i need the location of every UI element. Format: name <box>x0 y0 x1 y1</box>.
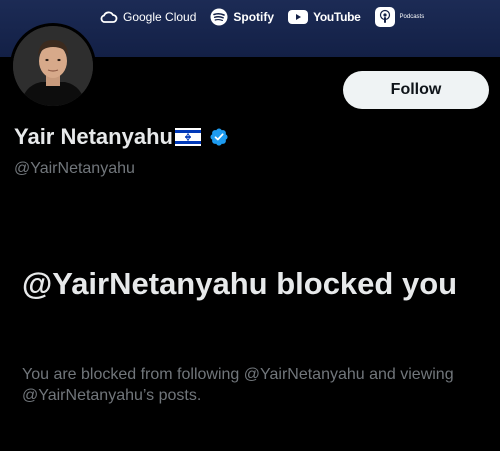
follow-button[interactable]: Follow <box>343 71 489 109</box>
spotify-label: Spotify <box>233 10 275 24</box>
podcasts-label: Podcasts <box>399 14 425 20</box>
blocked-title: @YairNetanyahu blocked you <box>22 266 458 301</box>
israel-flag-icon <box>174 128 201 146</box>
profile-name-row: Yair Netanyahu <box>14 124 229 150</box>
sponsor-logos: Google Cloud Spotify YouTube Podcasts <box>100 7 424 27</box>
spotify-icon <box>210 8 228 26</box>
youtube-label: YouTube <box>313 10 361 24</box>
profile-handle: @YairNetanyahu <box>14 160 135 177</box>
avatar-portrait <box>13 26 93 106</box>
podcasts-icon <box>374 7 395 27</box>
spotify-logo: Spotify <box>210 8 274 26</box>
youtube-icon <box>288 10 309 24</box>
blocked-description: You are blocked from following @YairNeta… <box>22 366 454 404</box>
profile-avatar[interactable] <box>10 23 96 109</box>
youtube-logo: YouTube <box>288 10 361 24</box>
google-cloud-icon <box>100 11 118 23</box>
google-cloud-logo: Google Cloud <box>100 10 196 24</box>
verified-badge-icon[interactable] <box>209 127 229 147</box>
display-name: Yair Netanyahu <box>14 124 173 149</box>
google-cloud-label: Google Cloud <box>123 10 197 24</box>
podcasts-logo: Podcasts <box>374 7 425 27</box>
avatar-photo <box>13 26 93 106</box>
